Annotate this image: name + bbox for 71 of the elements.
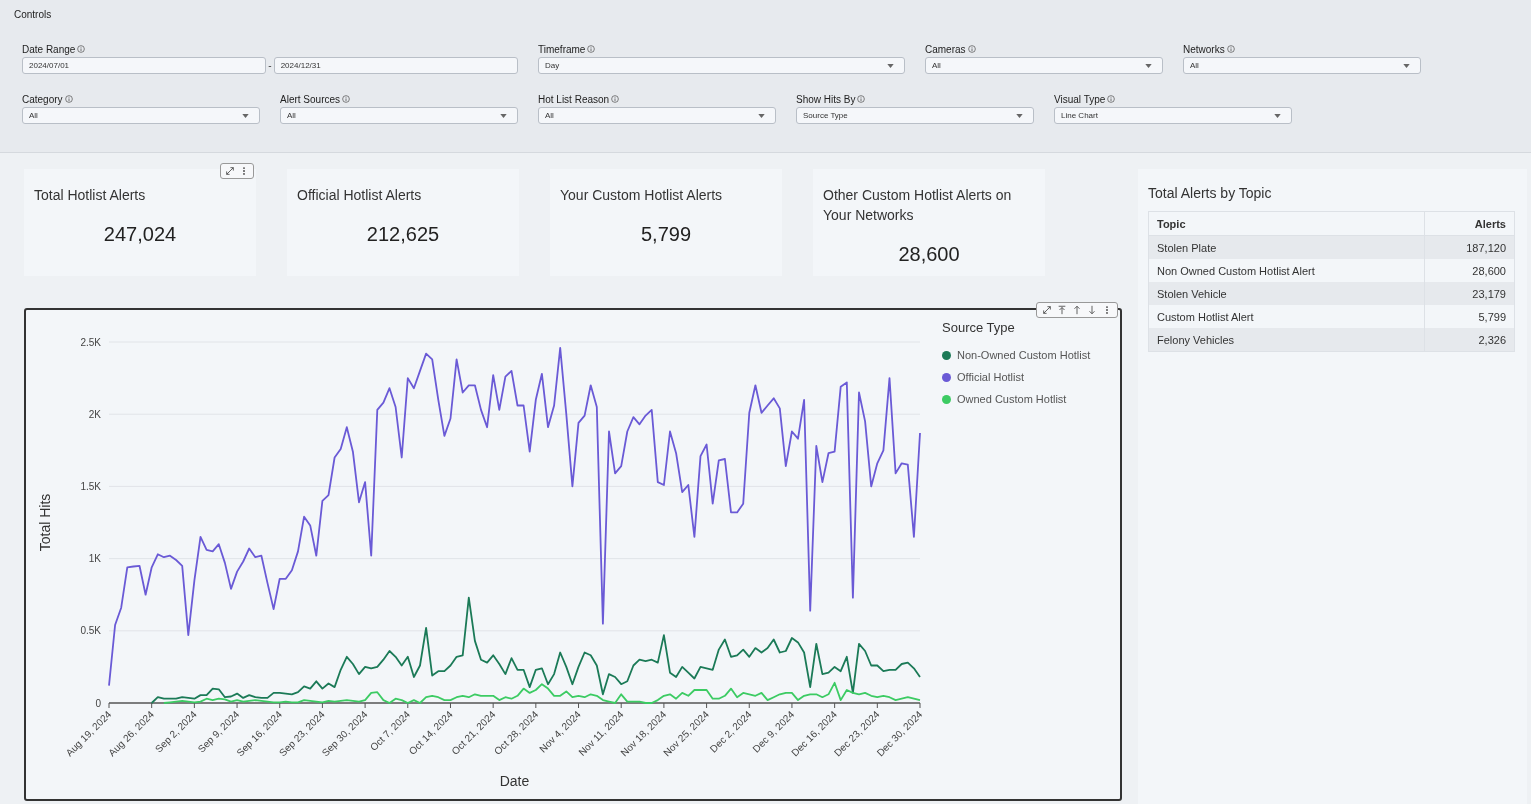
filter-label: Category: [22, 93, 63, 105]
info-icon[interactable]: [64, 95, 73, 103]
info-icon[interactable]: [587, 45, 596, 53]
info-icon[interactable]: [611, 95, 620, 103]
caret-icon: [1145, 63, 1152, 68]
table-cell: Stolen Vehicle: [1148, 282, 1425, 305]
caret-icon: [887, 63, 894, 68]
filter-label: Cameras: [925, 43, 966, 55]
filter-label: Show Hits By: [796, 93, 856, 105]
filter-label: Alert Sources: [280, 93, 341, 105]
table-cell: 23,179: [1424, 282, 1515, 305]
controls-title: Controls: [14, 9, 53, 20]
caret-icon: [1016, 113, 1023, 118]
info-icon[interactable]: [1107, 95, 1116, 103]
table-cell: 2,326: [1424, 328, 1515, 352]
expand-icon[interactable]: [1042, 305, 1052, 315]
caret-icon: [242, 113, 249, 118]
y-tick-label: 1.5K: [80, 480, 101, 492]
table-title: Total Alerts by Topic: [1148, 185, 1273, 201]
caret-icon: [500, 113, 507, 118]
kpi-title: Your Custom Hotlist Alerts: [560, 186, 724, 205]
filter-label: Visual Type: [1054, 93, 1106, 105]
filter-label: Timeframe: [538, 43, 586, 55]
y-tick-label: 0.5K: [80, 625, 101, 637]
y-tick-label: 2K: [88, 408, 101, 420]
y-axis-title: Total Hits: [37, 493, 53, 552]
filter-label: Hot List Reason: [538, 93, 610, 105]
legend-label[interactable]: Official Hotlist: [957, 371, 1025, 383]
x-axis-title: Date: [499, 773, 530, 789]
arrow-down-icon[interactable]: [1087, 305, 1097, 315]
kpi-value: 5,799: [639, 223, 693, 246]
dropdown[interactable]: All: [538, 107, 776, 124]
y-tick-label: 1K: [88, 553, 101, 565]
arrow-up-icon[interactable]: [1072, 305, 1082, 315]
caret-icon: [1403, 63, 1410, 68]
legend-label[interactable]: Owned Custom Hotlist: [957, 393, 1067, 405]
info-icon[interactable]: [967, 45, 976, 53]
kpi-value: 212,625: [365, 223, 441, 246]
legend-label[interactable]: Non-Owned Custom Hotlist: [957, 349, 1091, 361]
dropdown[interactable]: All: [22, 107, 260, 124]
dropdown[interactable]: Line Chart: [1054, 107, 1292, 124]
info-icon[interactable]: [1226, 45, 1235, 53]
filter-label: Networks: [1183, 43, 1225, 55]
kpi-title: Other Custom Hotlist Alerts on Your Networks: [823, 186, 1013, 225]
expand-icon[interactable]: [225, 166, 235, 176]
date-field[interactable]: 2024/12/31: [273, 57, 518, 74]
kpi-value: 247,024: [102, 223, 178, 246]
info-icon[interactable]: [342, 95, 351, 103]
dropdown[interactable]: Source Type: [796, 107, 1034, 124]
kpi-value: 28,600: [897, 243, 961, 266]
table-cell: Stolen Plate: [1148, 235, 1425, 259]
dropdown[interactable]: All: [280, 107, 518, 124]
info-icon[interactable]: [857, 95, 866, 103]
kpi-title: Total Hotlist Alerts: [34, 186, 147, 205]
table-cell: Felony Vehicles: [1148, 328, 1425, 352]
range-separator: -: [268, 60, 272, 71]
column-header[interactable]: Alerts: [1424, 211, 1515, 236]
date-field[interactable]: 2024/07/01: [22, 57, 267, 74]
dropdown[interactable]: All: [925, 57, 1163, 74]
dropdown[interactable]: Day: [538, 57, 905, 74]
info-icon[interactable]: [77, 45, 86, 53]
column-header[interactable]: Topic: [1148, 211, 1425, 236]
move-to-top-icon[interactable]: [1057, 305, 1067, 315]
legend-title: Source Type: [942, 320, 1016, 335]
y-tick-label: 0: [95, 697, 101, 709]
dropdown[interactable]: All: [1183, 57, 1421, 74]
filter-label: Date Range: [22, 43, 76, 55]
y-tick-label: 2.5K: [80, 336, 101, 348]
kpi-title: Official Hotlist Alerts: [297, 186, 423, 205]
caret-icon: [1274, 113, 1281, 118]
caret-icon: [758, 113, 765, 118]
